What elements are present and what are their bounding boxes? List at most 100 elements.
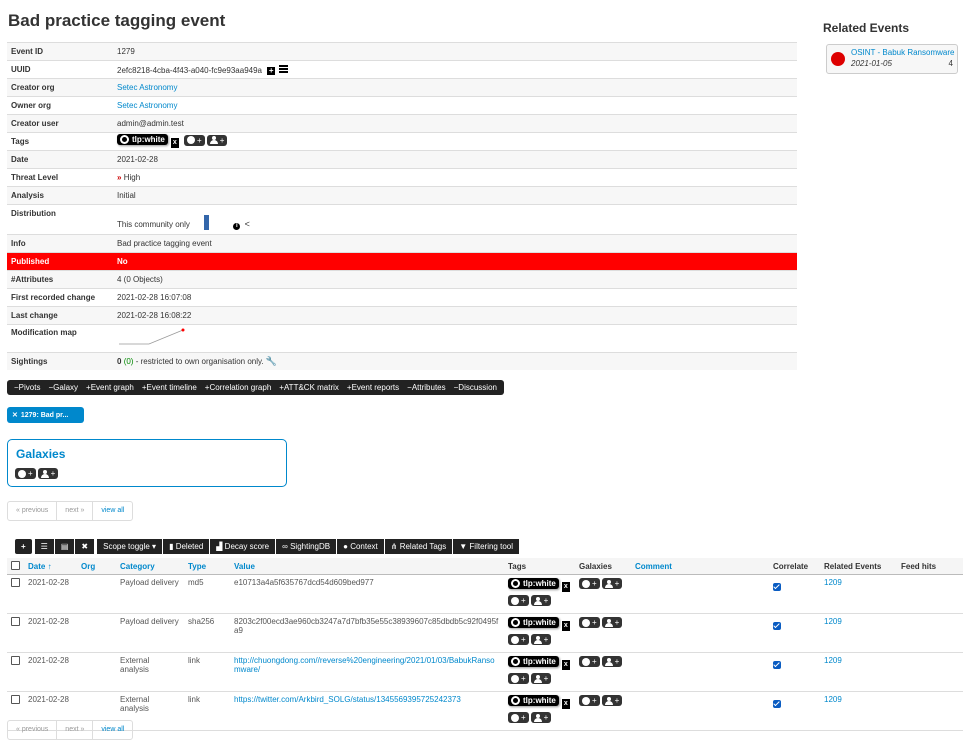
deleted-toggle-button[interactable]: ▮ Deleted xyxy=(163,539,210,554)
row-checkbox[interactable] xyxy=(11,695,20,704)
pivot-current-event[interactable]: ✕ 1279: Bad pr... xyxy=(7,407,84,423)
add-local-tag-button[interactable]: + xyxy=(530,595,552,606)
first-recorded-label: First recorded change xyxy=(7,288,113,307)
add-local-galaxy-button[interactable]: + xyxy=(37,468,59,479)
row-value[interactable]: http://chuongdong.com//reverse%20enginee… xyxy=(230,652,504,692)
toggle-pivots[interactable]: −Pivots xyxy=(10,383,44,392)
toggle-attack-matrix[interactable]: +ATT&CK matrix xyxy=(275,383,343,392)
row-comment[interactable] xyxy=(631,574,769,614)
row-tag[interactable]: tlp:white xyxy=(508,578,559,589)
toggle-event-graph[interactable]: +Event graph xyxy=(82,383,138,392)
replace-button[interactable]: ✖ xyxy=(75,539,95,554)
close-icon[interactable]: ✕ xyxy=(12,411,18,419)
next-page-button[interactable]: next » xyxy=(57,721,94,739)
add-local-tag-button[interactable]: + xyxy=(530,673,552,684)
context-button[interactable]: ● Context xyxy=(337,539,384,554)
row-checkbox[interactable] xyxy=(11,617,20,626)
toggle-event-reports[interactable]: +Event reports xyxy=(343,383,403,392)
view-all-button[interactable]: view all xyxy=(93,721,132,739)
add-local-galaxy-button[interactable]: + xyxy=(601,695,623,706)
list-view-button[interactable]: ☰ xyxy=(34,539,54,554)
info-icon[interactable]: i xyxy=(233,223,241,230)
col-value[interactable]: Value xyxy=(230,558,504,575)
row-value[interactable]: https://twitter.com/Arkbird_SOLG/status/… xyxy=(230,691,504,731)
toggle-event-timeline[interactable]: +Event timeline xyxy=(138,383,201,392)
add-local-galaxy-button[interactable]: + xyxy=(601,617,623,628)
scope-toggle-button[interactable]: Scope toggle ▾ xyxy=(97,539,163,554)
owner-org-link[interactable]: Setec Astronomy xyxy=(117,101,177,110)
add-local-galaxy-button[interactable]: + xyxy=(601,656,623,667)
row-value-text[interactable]: 8203c2f00ecd3ae960cb3247a7d7bfb35e55c389… xyxy=(234,617,498,635)
add-global-tag-button[interactable]: + xyxy=(508,673,529,684)
add-local-galaxy-button[interactable]: + xyxy=(601,578,623,589)
col-type[interactable]: Type xyxy=(184,558,230,575)
related-tags-button[interactable]: ⋔ Related Tags xyxy=(384,539,453,554)
row-value[interactable]: 8203c2f00ecd3ae960cb3247a7d7bfb35e55c389… xyxy=(230,613,504,653)
add-global-galaxy-button[interactable]: + xyxy=(579,656,600,667)
filtering-tool-button[interactable]: ▼ Filtering tool xyxy=(453,539,519,554)
add-global-tag-button[interactable]: + xyxy=(508,595,529,606)
related-event-name[interactable]: OSINT - Babuk Ransomware xyxy=(851,48,954,57)
correlate-checkbox[interactable] xyxy=(773,622,781,630)
row-tag[interactable]: tlp:white xyxy=(508,695,559,706)
col-org[interactable]: Org xyxy=(77,558,116,575)
row-value-text[interactable]: http://chuongdong.com//reverse%20enginee… xyxy=(234,656,495,674)
add-global-galaxy-button[interactable]: + xyxy=(579,617,600,628)
row-tag[interactable]: tlp:white xyxy=(508,656,559,667)
related-event-link[interactable]: 1209 xyxy=(824,617,842,626)
add-global-galaxy-button[interactable]: + xyxy=(579,695,600,706)
correlate-checkbox[interactable] xyxy=(773,661,781,669)
remove-tag-button[interactable]: x xyxy=(169,137,180,149)
correlate-checkbox[interactable] xyxy=(773,583,781,591)
related-event-link[interactable]: 1209 xyxy=(824,695,842,704)
sightingdb-button[interactable]: ∞ SightingDB xyxy=(276,539,337,554)
related-event-link[interactable]: 1209 xyxy=(824,578,842,587)
row-comment[interactable] xyxy=(631,652,769,692)
col-category[interactable]: Category xyxy=(116,558,184,575)
next-page-button[interactable]: next » xyxy=(57,502,94,520)
remove-tag-button[interactable]: x xyxy=(560,659,571,671)
row-checkbox[interactable] xyxy=(11,578,20,587)
related-event-link[interactable]: 1209 xyxy=(824,656,842,665)
row-tag[interactable]: tlp:white xyxy=(508,617,559,628)
add-global-galaxy-button[interactable]: + xyxy=(579,578,600,589)
remove-tag-button[interactable]: x xyxy=(560,581,571,593)
copy-uuid-icon[interactable]: + xyxy=(267,66,276,75)
row-value-text[interactable]: e10713a4a5f635767dcd54d609bed977 xyxy=(234,578,374,587)
view-all-button[interactable]: view all xyxy=(93,502,132,520)
col-date[interactable]: Date ↑ xyxy=(24,558,77,575)
decay-score-button[interactable]: ▟ Decay score xyxy=(210,539,276,554)
row-comment[interactable] xyxy=(631,691,769,731)
share-icon[interactable]: < xyxy=(245,219,250,229)
row-checkbox[interactable] xyxy=(11,656,20,665)
creator-org-link[interactable]: Setec Astronomy xyxy=(117,83,177,92)
toggle-discussion[interactable]: −Discussion xyxy=(450,383,501,392)
remove-tag-button[interactable]: x xyxy=(560,698,571,710)
previous-page-button[interactable]: « previous xyxy=(8,721,58,739)
row-related: 1209 xyxy=(820,613,897,653)
toggle-galaxy[interactable]: −Galaxy xyxy=(44,383,82,392)
related-event-card[interactable]: OSINT - Babuk Ransomware 2021-01-05 4 xyxy=(826,44,958,74)
add-global-tag-button[interactable]: + xyxy=(508,712,529,723)
row-value-text[interactable]: https://twitter.com/Arkbird_SOLG/status/… xyxy=(234,695,461,704)
add-global-galaxy-button[interactable]: + xyxy=(15,468,36,479)
add-global-tag-button[interactable]: + xyxy=(508,634,529,645)
row-value[interactable]: e10713a4a5f635767dcd54d609bed977 xyxy=(230,574,504,614)
event-tag[interactable]: tlp:white xyxy=(117,134,168,145)
add-local-tag-button[interactable]: + xyxy=(530,712,552,723)
add-local-tag-button[interactable]: + xyxy=(206,134,228,146)
col-comment[interactable]: Comment xyxy=(631,558,769,575)
add-local-tag-button[interactable]: + xyxy=(530,634,552,645)
select-all-checkbox[interactable] xyxy=(11,560,20,570)
freetext-import-button[interactable]: ▤ xyxy=(54,539,75,554)
add-global-tag-button[interactable]: + xyxy=(184,134,205,146)
correlate-checkbox[interactable] xyxy=(773,700,781,708)
remove-tag-button[interactable]: x xyxy=(560,620,571,632)
list-icon[interactable] xyxy=(279,64,289,73)
add-attribute-button[interactable]: + xyxy=(15,539,32,554)
toggle-correlation-graph[interactable]: +Correlation graph xyxy=(201,383,275,392)
toggle-attributes[interactable]: −Attributes xyxy=(403,383,449,392)
previous-page-button[interactable]: « previous xyxy=(8,502,58,520)
wrench-icon[interactable]: 🔧 xyxy=(266,356,277,366)
row-comment[interactable] xyxy=(631,613,769,653)
